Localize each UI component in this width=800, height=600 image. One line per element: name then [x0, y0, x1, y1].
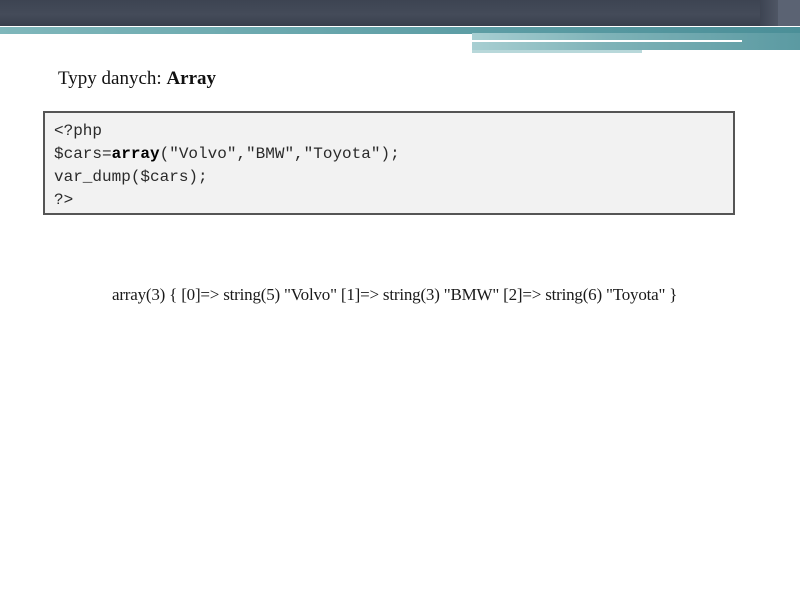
- teal-band-tail: [472, 50, 642, 53]
- slide-title-prefix: Typy danych:: [58, 68, 167, 89]
- code-variable: $cars=: [54, 145, 112, 163]
- header-bar-end: [778, 0, 800, 26]
- slide-title: Typy danych: Array: [58, 68, 216, 90]
- code-block: <?php $cars=array("Volvo","BMW","Toyota"…: [43, 111, 735, 215]
- code-keyword: array: [111, 145, 160, 163]
- code-arguments: ("Volvo","BMW","Toyota");: [159, 145, 400, 163]
- code-line-4: ?>: [54, 191, 74, 209]
- code-line-3: var_dump($cars);: [54, 168, 208, 186]
- header-bar: [0, 0, 800, 26]
- slide-title-bold: Array: [166, 68, 217, 89]
- slide: Typy danych: Array <?php $cars=array("Vo…: [0, 0, 800, 600]
- code-line-2: $cars=array("Volvo","BMW","Toyota");: [54, 143, 733, 166]
- code-line-1: <?php: [54, 122, 103, 140]
- var-dump-output: array(3) { [0]=> string(5) "Volvo" [1]=>…: [112, 285, 678, 304]
- teal-band-highlight: [472, 40, 742, 42]
- header-corner-shade: [760, 0, 778, 26]
